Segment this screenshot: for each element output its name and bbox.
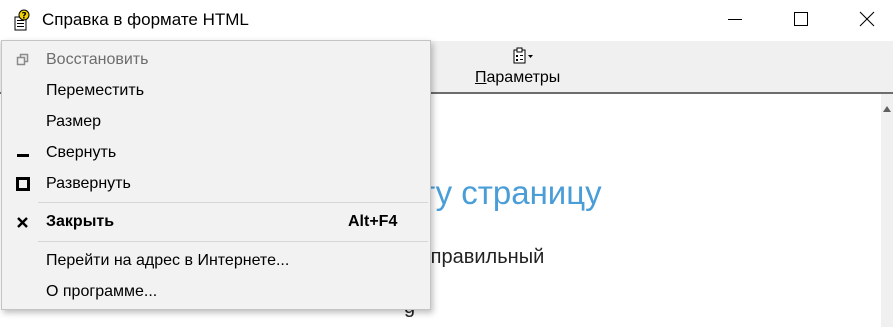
options-button[interactable]: Параметры: [475, 69, 560, 87]
close-shortcut: Alt+F4: [348, 213, 398, 230]
menu-item-size[interactable]: Размер: [2, 107, 430, 138]
menu-item-minimize[interactable]: Свернуть: [2, 138, 430, 169]
restore-icon: [16, 53, 30, 67]
menu-item-restore[interactable]: Восстановить: [2, 45, 430, 76]
menu-item-maximize[interactable]: Развернуть: [2, 169, 430, 200]
close-icon: [859, 11, 875, 27]
menu-item-close[interactable]: Закрыть Alt+F4: [2, 207, 430, 238]
title-bar[interactable]: ? Справка в формате HTML: [0, 0, 893, 42]
window-title: Справка в формате HTML: [42, 10, 249, 29]
maximize-icon: [794, 12, 808, 26]
maximize-icon: [16, 177, 30, 191]
menu-item-jump-to-url[interactable]: Перейти на адрес в Интернете...: [2, 246, 430, 277]
system-menu: Восстановить Переместить Размер Свернуть…: [1, 40, 431, 310]
menu-separator: [38, 202, 428, 203]
scroll-up-icon[interactable]: [883, 106, 891, 112]
help-app-icon[interactable]: ?: [12, 9, 32, 31]
options-icon[interactable]: [511, 46, 535, 68]
minimize-button[interactable]: [712, 0, 758, 38]
minimize-icon: [16, 146, 30, 160]
menu-separator: [38, 241, 428, 242]
options-label: араметры: [486, 69, 561, 86]
close-button[interactable]: [844, 0, 890, 38]
options-hotkey: П: [475, 69, 487, 86]
menu-item-move[interactable]: Переместить: [2, 76, 430, 107]
close-icon: [16, 215, 30, 229]
maximize-button[interactable]: [778, 0, 824, 38]
svg-text:?: ?: [22, 12, 27, 22]
minimize-icon: [728, 19, 742, 20]
menu-item-about[interactable]: О программе...: [2, 277, 430, 308]
vertical-scrollbar[interactable]: [881, 94, 893, 327]
page-heading: эту страницу: [404, 174, 602, 211]
html-help-window: ? Справка в формате HTML ь: [0, 0, 893, 327]
